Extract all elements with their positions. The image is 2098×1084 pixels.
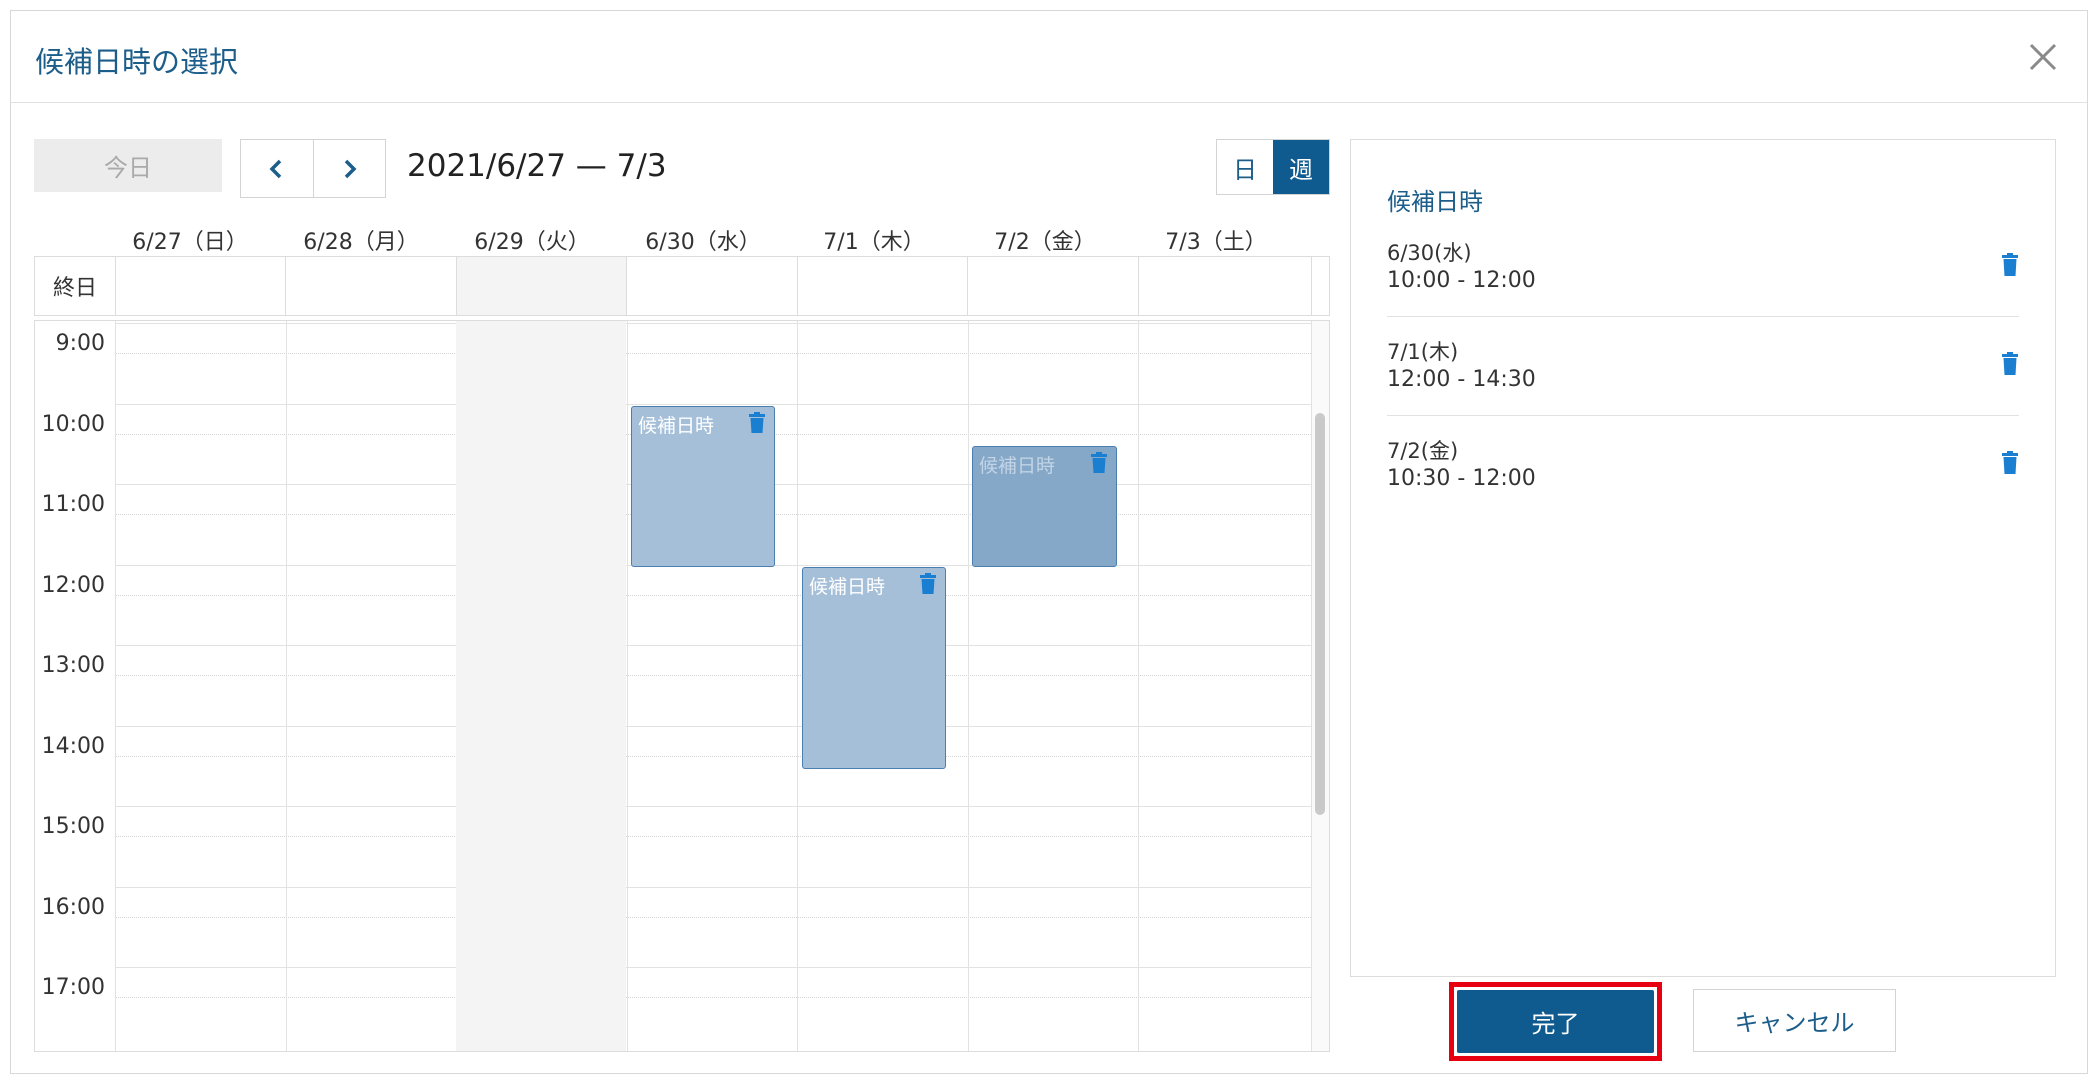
day-header: 6/30（水） (645, 230, 761, 255)
prev-week-button[interactable] (241, 140, 313, 197)
allday-row: 終日 (34, 256, 1330, 316)
hour-line (115, 645, 1311, 646)
done-button-label: 完了 (1457, 990, 1654, 1053)
event-candidate-7-1[interactable]: 候補日時 (802, 567, 946, 769)
event-candidate-7-2[interactable]: 候補日時 (972, 446, 1117, 567)
half-hour-line (115, 916, 1311, 918)
event-candidate-6-30[interactable]: 候補日時 (631, 406, 775, 567)
hour-line (115, 886, 1311, 888)
day-header: 6/29（火） (474, 230, 590, 255)
day-column-line (797, 321, 798, 1051)
dialog-title: 候補日時の選択 (35, 45, 239, 79)
half-hour-line (115, 594, 1311, 596)
hour-line (115, 806, 1311, 807)
dialog-header: 候補日時の選択 (11, 11, 2087, 103)
allday-divider (1138, 257, 1139, 315)
time-label: 13:00 (41, 653, 105, 678)
hour-line (115, 403, 1311, 405)
candidate-date: 7/2(金) (1387, 439, 1459, 463)
allday-divider (967, 257, 968, 315)
hour-line (115, 323, 1311, 324)
candidate-item: 7/2(金) 10:30 - 12:00 (1387, 435, 2019, 533)
view-switcher: 日 週 (1216, 139, 1330, 195)
half-hour-line (115, 836, 1311, 837)
time-label: 12:00 (41, 573, 105, 598)
time-label: 17:00 (41, 975, 105, 1000)
chevron-left-icon (269, 159, 281, 178)
hour-line (115, 725, 1311, 727)
half-hour-line (115, 755, 1311, 757)
candidate-divider (1387, 415, 2019, 416)
trash-icon[interactable] (748, 412, 766, 434)
allday-divider (797, 257, 798, 315)
candidate-date: 7/1(木) (1387, 340, 1459, 364)
view-day-button[interactable]: 日 (1217, 140, 1273, 194)
time-label: 15:00 (41, 814, 105, 839)
today-button[interactable]: 今日 (34, 139, 222, 192)
candidate-divider (1387, 316, 2019, 317)
allday-divider (115, 257, 116, 315)
candidate-time: 10:00 - 12:00 (1387, 268, 1536, 293)
day-header: 7/1（木） (823, 230, 925, 255)
day-header: 7/2（金） (994, 230, 1096, 255)
trash-icon[interactable] (1090, 452, 1108, 474)
candidate-list-panel: 候補日時 6/30(水) 10:00 - 12:00 7/1(木) 12:00 … (1350, 139, 2056, 977)
candidate-date: 6/30(水) (1387, 241, 1472, 265)
day-header: 6/27（日） (132, 230, 248, 255)
half-hour-line (115, 997, 1311, 998)
event-label: 候補日時 (979, 455, 1056, 477)
trash-icon[interactable] (2001, 253, 2019, 277)
next-week-button[interactable] (312, 140, 386, 197)
time-grid[interactable]: 9:00 10:00 11:00 12:00 13:00 14:00 15:00… (34, 320, 1330, 1052)
day-column-line (626, 321, 628, 1051)
allday-shade (456, 257, 626, 315)
trash-icon[interactable] (2001, 451, 2019, 475)
time-label: 11:00 (41, 492, 105, 517)
hour-line (115, 967, 1311, 968)
time-label: 14:00 (41, 734, 105, 759)
day-header: 7/3（土） (1165, 230, 1267, 255)
event-label: 候補日時 (809, 576, 886, 598)
day-shade (456, 321, 626, 1051)
calendar-day-headers: 6/27（日） 6/28（月） 6/29（火） 6/30（水） 7/1（木） 7… (34, 218, 1312, 255)
time-label: 16:00 (41, 895, 105, 920)
trash-icon[interactable] (919, 573, 937, 595)
allday-scroll-gutter (1311, 257, 1329, 315)
half-hour-line (115, 675, 1311, 676)
date-range: 2021/6/27 — 7/3 (407, 148, 667, 184)
allday-divider (456, 257, 457, 315)
time-label: 10:00 (41, 412, 105, 437)
week-nav (240, 139, 386, 198)
day-column-line (1138, 321, 1139, 1051)
close-icon[interactable] (2021, 35, 2065, 79)
event-label: 候補日時 (638, 415, 715, 437)
half-hour-line (115, 353, 1311, 354)
panel-title: 候補日時 (1387, 188, 1483, 216)
done-button[interactable]: 完了 (1449, 982, 1662, 1061)
view-week-button[interactable]: 週 (1273, 140, 1329, 194)
trash-icon[interactable] (2001, 352, 2019, 376)
candidate-time: 10:30 - 12:00 (1387, 466, 1536, 491)
chevron-right-icon (345, 159, 357, 178)
day-column-line (115, 321, 116, 1051)
scrollbar[interactable] (1315, 413, 1325, 815)
candidate-item: 6/30(水) 10:00 - 12:00 (1387, 237, 2019, 335)
day-header: 6/28（月） (303, 230, 419, 255)
candidate-item: 7/1(木) 12:00 - 14:30 (1387, 336, 2019, 434)
allday-divider (626, 257, 627, 315)
allday-divider (285, 257, 286, 315)
cancel-button[interactable]: キャンセル (1693, 989, 1896, 1052)
time-label: 9:00 (55, 331, 105, 356)
allday-label: 終日 (52, 276, 97, 301)
day-column-line (285, 321, 287, 1051)
candidate-time: 12:00 - 14:30 (1387, 367, 1536, 392)
day-column-line (967, 321, 969, 1051)
